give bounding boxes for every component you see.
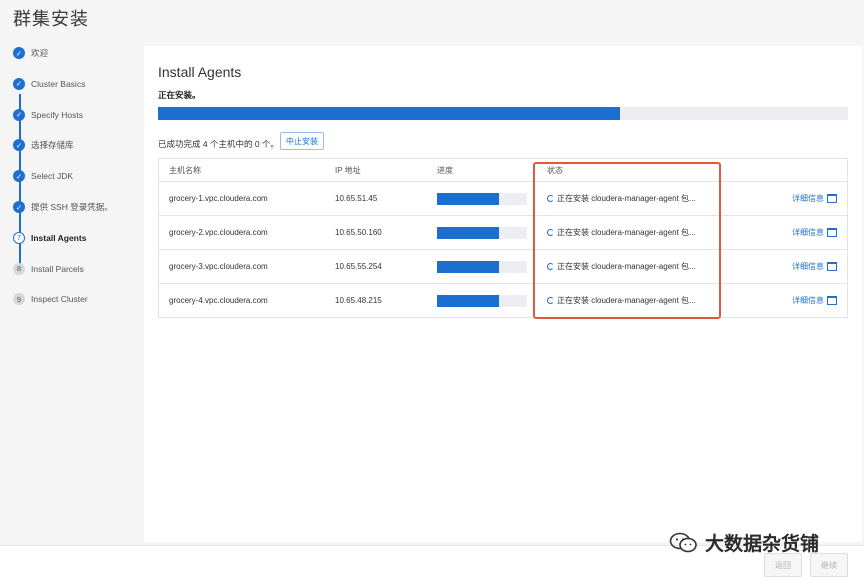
- step-label: 欢迎: [31, 48, 49, 58]
- step-label: 提供 SSH 登录凭据。: [31, 202, 113, 212]
- host-progress: [427, 284, 537, 318]
- step-2[interactable]: ✓ Specify Hosts: [13, 107, 83, 123]
- window-icon[interactable]: [827, 262, 837, 272]
- details-label[interactable]: 详细信息: [792, 228, 824, 237]
- host-progress: [427, 249, 537, 284]
- watermark-text: 大数据杂货铺: [705, 534, 820, 555]
- watermark: 大数据杂货铺: [669, 529, 819, 556]
- host-ip: 10.65.50.160: [325, 215, 427, 250]
- step-label: Install Parcels: [31, 263, 84, 274]
- step-label: Inspect Cluster: [31, 294, 88, 305]
- install-agents-panel: Install Agents 正在安装。 已成功完成 4 个主机中的 0 个。 …: [144, 46, 862, 542]
- step-label: Install Agents: [31, 232, 87, 243]
- section-heading: Install Agents: [158, 64, 242, 80]
- row-progress-fill: [437, 226, 500, 239]
- host-name: grocery-4.vpc.cloudera.com: [169, 296, 268, 305]
- step-7[interactable]: 8 Install Parcels: [13, 261, 84, 277]
- host-progress: [427, 215, 537, 250]
- details-link[interactable]: 详细信息: [761, 284, 848, 318]
- row-progress-fill: [437, 294, 500, 307]
- step-6[interactable]: 7 Install Agents: [13, 230, 86, 246]
- step-number-icon: 9: [13, 293, 25, 306]
- window-icon[interactable]: [827, 296, 837, 306]
- row-progress-bar: [437, 260, 527, 273]
- col-header-ip: IP 地址: [325, 158, 427, 182]
- table-row: grocery-3.vpc.cloudera.com 10.65.55.254 正在…: [158, 249, 848, 284]
- abort-install-button[interactable]: 中止安装: [280, 132, 324, 150]
- wechat-icon: [669, 532, 699, 554]
- step-label: Specify Hosts: [31, 109, 83, 120]
- check-icon: ✓: [13, 170, 25, 183]
- details-link[interactable]: 详细信息: [760, 215, 848, 250]
- step-5[interactable]: ✓ 提供 SSH 登录凭据。: [13, 199, 113, 215]
- table-row: grocery-4.vpc.cloudera.com 10.65.48.215 正在…: [159, 284, 848, 318]
- status-column-highlight: [533, 162, 721, 319]
- row-progress-bar: [437, 226, 527, 239]
- hosts-table: 主机名称 IP 地址 进度 状态 grocery-1.vpc.cloudera.…: [158, 158, 848, 318]
- host-progress: [427, 181, 537, 216]
- col-header-actions: [760, 158, 848, 182]
- step-0[interactable]: ✓ 欢迎: [13, 45, 48, 61]
- window-icon[interactable]: [827, 194, 837, 204]
- step-3[interactable]: ✓ 选择存储库: [13, 137, 74, 153]
- continue-button[interactable]: 继续: [810, 553, 848, 577]
- host-name: grocery-3.vpc.cloudera.com: [158, 249, 325, 284]
- check-icon: ✓: [13, 77, 25, 90]
- window-icon[interactable]: [827, 228, 837, 238]
- overall-progress-bar: [158, 107, 848, 120]
- install-status-text: 正在安装。: [158, 90, 201, 100]
- check-icon: ✓: [13, 201, 25, 213]
- step-label: 选择存储库: [31, 140, 74, 151]
- check-icon: ✓: [13, 108, 25, 121]
- details-link[interactable]: 详细信息: [760, 181, 848, 216]
- table-header-row: 主机名称 IP 地址 进度 状态: [158, 158, 848, 182]
- step-label: Cluster Basics: [31, 78, 86, 89]
- details-label[interactable]: 详细信息: [792, 262, 824, 271]
- check-icon: ✓: [13, 47, 25, 59]
- step-1[interactable]: ✓ Cluster Basics: [13, 76, 85, 92]
- table-row: grocery-1.vpc.cloudera.com 10.65.51.45 正在安…: [158, 181, 848, 216]
- step-8[interactable]: 9 Inspect Cluster: [13, 291, 88, 307]
- details-label[interactable]: 详细信息: [792, 296, 824, 305]
- col-header-host: 主机名称: [158, 158, 325, 182]
- host-ip: 10.65.51.45: [325, 181, 427, 216]
- host-ip: 10.65.55.254: [325, 249, 427, 284]
- overall-progress-fill: [158, 107, 621, 120]
- back-button[interactable]: 返回: [764, 553, 802, 577]
- step-number-icon: 7: [13, 231, 25, 244]
- host-name: grocery-1.vpc.cloudera.com: [158, 181, 325, 216]
- row-progress-bar: [437, 192, 527, 205]
- step-label: Select JDK: [31, 171, 74, 182]
- step-number-icon: 8: [13, 262, 25, 275]
- row-progress-fill: [437, 192, 500, 205]
- completed-hosts-text: 已成功完成 4 个主机中的 0 个。: [158, 139, 279, 149]
- col-header-progress: 进度: [427, 158, 537, 182]
- check-icon: ✓: [13, 139, 25, 152]
- wizard-steps-sidebar: ✓ 欢迎 ✓ Cluster Basics ✓ Specify Hosts ✓ 选择存储库 ✓ S…: [0, 40, 144, 540]
- row-progress-bar: [437, 294, 527, 307]
- host-ip: 10.65.48.215: [335, 296, 382, 305]
- details-link[interactable]: 详细信息: [760, 249, 848, 284]
- step-4[interactable]: ✓ Select JDK: [13, 168, 73, 184]
- table-row: grocery-2.vpc.cloudera.com 10.65.50.160 正在…: [158, 215, 848, 250]
- details-label[interactable]: 详细信息: [792, 194, 824, 203]
- page-title: 群集安装: [13, 9, 89, 29]
- host-name: grocery-2.vpc.cloudera.com: [158, 215, 325, 250]
- row-progress-fill: [437, 260, 500, 273]
